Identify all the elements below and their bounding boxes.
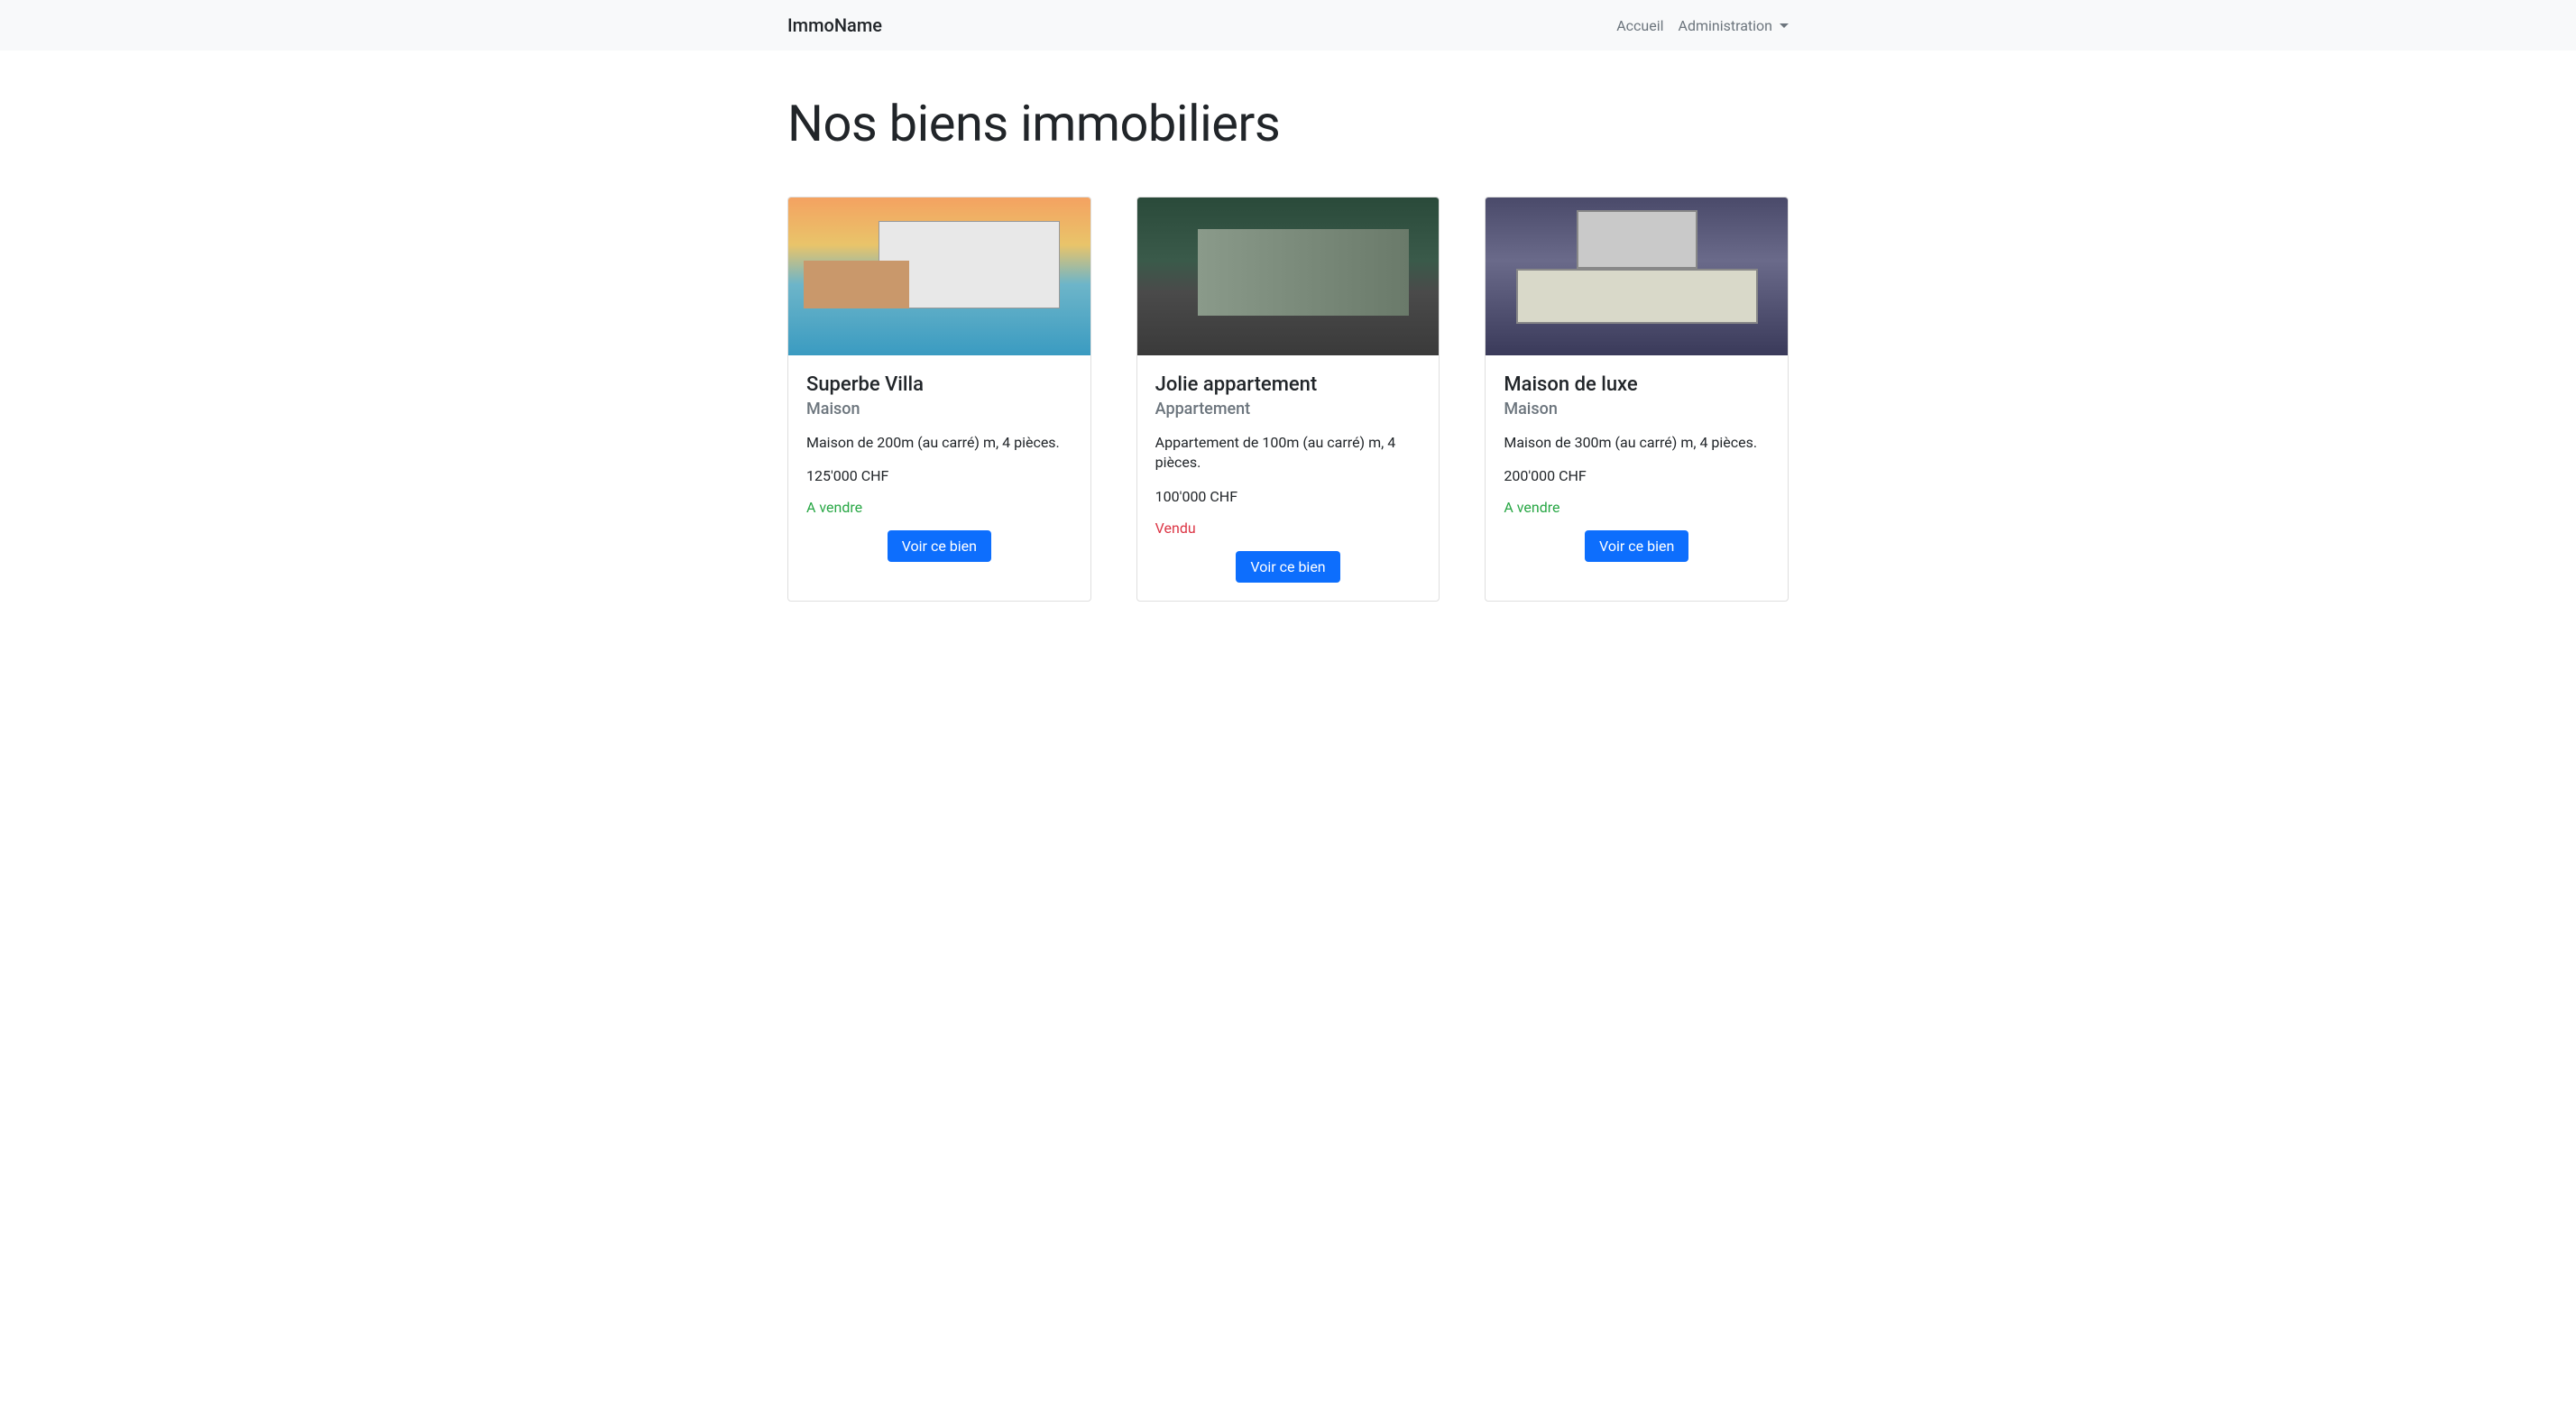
card-body: Superbe Villa Maison Maison de 200m (au ca… [788,355,1090,580]
property-price: 100'000 CHF [1155,488,1421,505]
property-image [788,198,1090,355]
card-body: Maison de luxe Maison Maison de 300m (au c… [1486,355,1788,580]
page-title: Nos biens immobiliers [787,94,1789,153]
property-price: 125'000 CHF [806,467,1072,484]
property-status: Vendu [1155,520,1421,537]
property-title: Superbe Villa [806,373,1072,396]
property-status: A vendre [1504,499,1770,516]
property-card: Superbe Villa Maison Maison de 200m (au ca… [787,197,1091,602]
nav-link-home[interactable]: Accueil [1616,17,1663,34]
property-price: 200'000 CHF [1504,467,1770,484]
property-card: Jolie appartement Appartement Appartement … [1136,197,1440,602]
nav-links: Accueil Administration [1616,17,1789,34]
view-property-button[interactable]: Voir ce bien [888,530,991,562]
view-property-button[interactable]: Voir ce bien [1236,551,1339,583]
brand-link[interactable]: ImmoName [787,14,882,36]
property-image [1137,198,1440,355]
property-description: Appartement de 100m (au carré) m, 4 pièc… [1155,433,1421,474]
property-description: Maison de 200m (au carré) m, 4 pièces. [806,433,1072,453]
property-title: Maison de luxe [1504,373,1770,396]
property-image [1486,198,1788,355]
navbar: ImmoName Accueil Administration [0,0,2576,51]
properties-row: Superbe Villa Maison Maison de 200m (au ca… [787,197,1789,602]
property-subtitle: Maison [1504,400,1770,418]
property-subtitle: Maison [806,400,1072,418]
button-wrapper: Voir ce bien [806,530,1072,562]
nav-link-admin-dropdown[interactable]: Administration [1679,17,1789,34]
property-status: A vendre [806,499,1072,516]
view-property-button[interactable]: Voir ce bien [1585,530,1688,562]
property-card: Maison de luxe Maison Maison de 300m (au c… [1485,197,1789,602]
nav-link-admin-label: Administration [1679,17,1773,34]
card-body: Jolie appartement Appartement Appartement … [1137,355,1440,601]
property-title: Jolie appartement [1155,373,1421,396]
caret-down-icon [1780,23,1789,28]
property-subtitle: Appartement [1155,400,1421,418]
property-description: Maison de 300m (au carré) m, 4 pièces. [1504,433,1770,453]
button-wrapper: Voir ce bien [1504,530,1770,562]
button-wrapper: Voir ce bien [1155,551,1421,583]
